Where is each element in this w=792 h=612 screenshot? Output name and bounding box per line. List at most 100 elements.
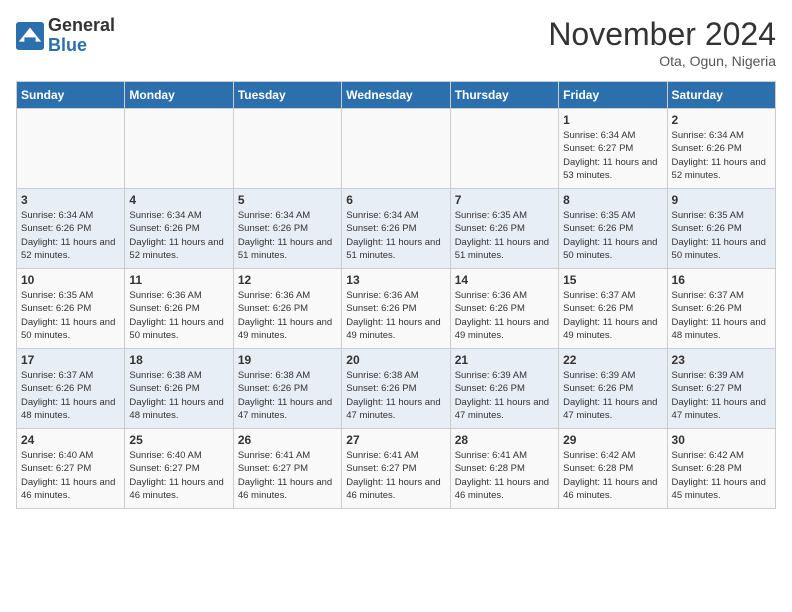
day-info: Sunrise: 6:34 AM Sunset: 6:26 PM Dayligh…	[346, 209, 445, 262]
logo-general-text: General	[48, 16, 115, 36]
logo-icon	[16, 22, 44, 50]
day-number: 25	[129, 433, 228, 447]
calendar-cell: 6 Sunrise: 6:34 AM Sunset: 6:26 PM Daylig…	[342, 189, 450, 269]
day-info: Sunrise: 6:38 AM Sunset: 6:26 PM Dayligh…	[238, 369, 337, 422]
day-number: 29	[563, 433, 662, 447]
day-info: Sunrise: 6:40 AM Sunset: 6:27 PM Dayligh…	[21, 449, 120, 502]
day-number: 22	[563, 353, 662, 367]
day-number: 6	[346, 193, 445, 207]
day-number: 30	[672, 433, 771, 447]
calendar-cell: 28 Sunrise: 6:41 AM Sunset: 6:28 PM Dayli…	[450, 429, 558, 509]
calendar-table: SundayMondayTuesdayWednesdayThursdayFrid…	[16, 81, 776, 509]
calendar-week-row: 3 Sunrise: 6:34 AM Sunset: 6:26 PM Daylig…	[17, 189, 776, 269]
day-info: Sunrise: 6:37 AM Sunset: 6:26 PM Dayligh…	[672, 289, 771, 342]
day-number: 16	[672, 273, 771, 287]
day-info: Sunrise: 6:40 AM Sunset: 6:27 PM Dayligh…	[129, 449, 228, 502]
day-number: 2	[672, 113, 771, 127]
day-number: 3	[21, 193, 120, 207]
day-info: Sunrise: 6:34 AM Sunset: 6:26 PM Dayligh…	[672, 129, 771, 182]
day-number: 7	[455, 193, 554, 207]
day-number: 5	[238, 193, 337, 207]
calendar-cell: 18 Sunrise: 6:38 AM Sunset: 6:26 PM Dayli…	[125, 349, 233, 429]
day-number: 13	[346, 273, 445, 287]
day-number: 28	[455, 433, 554, 447]
day-number: 20	[346, 353, 445, 367]
header-day: Friday	[559, 82, 667, 109]
calendar-cell: 16 Sunrise: 6:37 AM Sunset: 6:26 PM Dayli…	[667, 269, 775, 349]
day-info: Sunrise: 6:39 AM Sunset: 6:27 PM Dayligh…	[672, 369, 771, 422]
location: Ota, Ogun, Nigeria	[548, 53, 776, 69]
day-info: Sunrise: 6:34 AM Sunset: 6:26 PM Dayligh…	[21, 209, 120, 262]
calendar-cell: 29 Sunrise: 6:42 AM Sunset: 6:28 PM Dayli…	[559, 429, 667, 509]
header-row: SundayMondayTuesdayWednesdayThursdayFrid…	[17, 82, 776, 109]
calendar-cell: 3 Sunrise: 6:34 AM Sunset: 6:26 PM Daylig…	[17, 189, 125, 269]
header-day: Thursday	[450, 82, 558, 109]
logo-blue-text: Blue	[48, 36, 115, 56]
calendar-cell: 11 Sunrise: 6:36 AM Sunset: 6:26 PM Dayli…	[125, 269, 233, 349]
logo-text: General Blue	[48, 16, 115, 56]
day-info: Sunrise: 6:35 AM Sunset: 6:26 PM Dayligh…	[455, 209, 554, 262]
calendar-cell: 10 Sunrise: 6:35 AM Sunset: 6:26 PM Dayli…	[17, 269, 125, 349]
day-number: 9	[672, 193, 771, 207]
day-info: Sunrise: 6:41 AM Sunset: 6:27 PM Dayligh…	[238, 449, 337, 502]
calendar-cell: 20Sunrise: 6:38 AM Sunset: 6:26 PM Dayli…	[342, 349, 450, 429]
calendar-cell: 25 Sunrise: 6:40 AM Sunset: 6:27 PM Dayli…	[125, 429, 233, 509]
calendar-cell	[125, 109, 233, 189]
day-info: Sunrise: 6:36 AM Sunset: 6:26 PM Dayligh…	[238, 289, 337, 342]
calendar-cell: 1Sunrise: 6:34 AM Sunset: 6:27 PM Daylig…	[559, 109, 667, 189]
day-number: 1	[563, 113, 662, 127]
calendar-week-row: 17 Sunrise: 6:37 AM Sunset: 6:26 PM Dayli…	[17, 349, 776, 429]
calendar-cell: 22 Sunrise: 6:39 AM Sunset: 6:26 PM Dayli…	[559, 349, 667, 429]
day-info: Sunrise: 6:41 AM Sunset: 6:28 PM Dayligh…	[455, 449, 554, 502]
day-number: 26	[238, 433, 337, 447]
calendar-cell	[233, 109, 341, 189]
day-info: Sunrise: 6:39 AM Sunset: 6:26 PM Dayligh…	[455, 369, 554, 422]
calendar-cell: 30 Sunrise: 6:42 AM Sunset: 6:28 PM Dayli…	[667, 429, 775, 509]
header-day: Monday	[125, 82, 233, 109]
day-info: Sunrise: 6:41 AM Sunset: 6:27 PM Dayligh…	[346, 449, 445, 502]
header-day: Tuesday	[233, 82, 341, 109]
calendar-cell	[17, 109, 125, 189]
day-info: Sunrise: 6:35 AM Sunset: 6:26 PM Dayligh…	[672, 209, 771, 262]
header-day: Wednesday	[342, 82, 450, 109]
calendar-cell: 9 Sunrise: 6:35 AM Sunset: 6:26 PM Daylig…	[667, 189, 775, 269]
day-number: 17	[21, 353, 120, 367]
day-info: Sunrise: 6:37 AM Sunset: 6:26 PM Dayligh…	[21, 369, 120, 422]
calendar-cell: 26 Sunrise: 6:41 AM Sunset: 6:27 PM Dayli…	[233, 429, 341, 509]
calendar-cell: 24 Sunrise: 6:40 AM Sunset: 6:27 PM Dayli…	[17, 429, 125, 509]
day-info: Sunrise: 6:36 AM Sunset: 6:26 PM Dayligh…	[455, 289, 554, 342]
calendar-cell: 2 Sunrise: 6:34 AM Sunset: 6:26 PM Daylig…	[667, 109, 775, 189]
calendar-cell: 17 Sunrise: 6:37 AM Sunset: 6:26 PM Dayli…	[17, 349, 125, 429]
day-info: Sunrise: 6:35 AM Sunset: 6:26 PM Dayligh…	[563, 209, 662, 262]
day-number: 23	[672, 353, 771, 367]
day-number: 11	[129, 273, 228, 287]
calendar-cell: 13 Sunrise: 6:36 AM Sunset: 6:26 PM Dayli…	[342, 269, 450, 349]
day-info: Sunrise: 6:36 AM Sunset: 6:26 PM Dayligh…	[129, 289, 228, 342]
day-info: Sunrise: 6:38 AM Sunset: 6:26 PM Dayligh…	[129, 369, 228, 422]
day-info: Sunrise: 6:42 AM Sunset: 6:28 PM Dayligh…	[672, 449, 771, 502]
day-info: Sunrise: 6:35 AM Sunset: 6:26 PM Dayligh…	[21, 289, 120, 342]
day-info: Sunrise: 6:37 AM Sunset: 6:26 PM Dayligh…	[563, 289, 662, 342]
header-day: Saturday	[667, 82, 775, 109]
month-title: November 2024	[548, 16, 776, 53]
day-number: 10	[21, 273, 120, 287]
calendar-week-row: 10 Sunrise: 6:35 AM Sunset: 6:26 PM Dayli…	[17, 269, 776, 349]
day-number: 14	[455, 273, 554, 287]
day-info: Sunrise: 6:36 AM Sunset: 6:26 PM Dayligh…	[346, 289, 445, 342]
day-info: Sunrise: 6:39 AM Sunset: 6:26 PM Dayligh…	[563, 369, 662, 422]
day-number: 4	[129, 193, 228, 207]
calendar-cell: 23 Sunrise: 6:39 AM Sunset: 6:27 PM Dayli…	[667, 349, 775, 429]
calendar-cell: 27Sunrise: 6:41 AM Sunset: 6:27 PM Dayli…	[342, 429, 450, 509]
day-info: Sunrise: 6:34 AM Sunset: 6:26 PM Dayligh…	[238, 209, 337, 262]
calendar-cell	[342, 109, 450, 189]
calendar-cell: 7 Sunrise: 6:35 AM Sunset: 6:26 PM Daylig…	[450, 189, 558, 269]
calendar-cell: 4Sunrise: 6:34 AM Sunset: 6:26 PM Daylig…	[125, 189, 233, 269]
calendar-week-row: 24 Sunrise: 6:40 AM Sunset: 6:27 PM Dayli…	[17, 429, 776, 509]
day-number: 15	[563, 273, 662, 287]
day-number: 24	[21, 433, 120, 447]
calendar-cell: 15 Sunrise: 6:37 AM Sunset: 6:26 PM Dayli…	[559, 269, 667, 349]
day-info: Sunrise: 6:42 AM Sunset: 6:28 PM Dayligh…	[563, 449, 662, 502]
calendar-cell: 12Sunrise: 6:36 AM Sunset: 6:26 PM Dayli…	[233, 269, 341, 349]
calendar-cell: 21Sunrise: 6:39 AM Sunset: 6:26 PM Dayli…	[450, 349, 558, 429]
day-number: 18	[129, 353, 228, 367]
